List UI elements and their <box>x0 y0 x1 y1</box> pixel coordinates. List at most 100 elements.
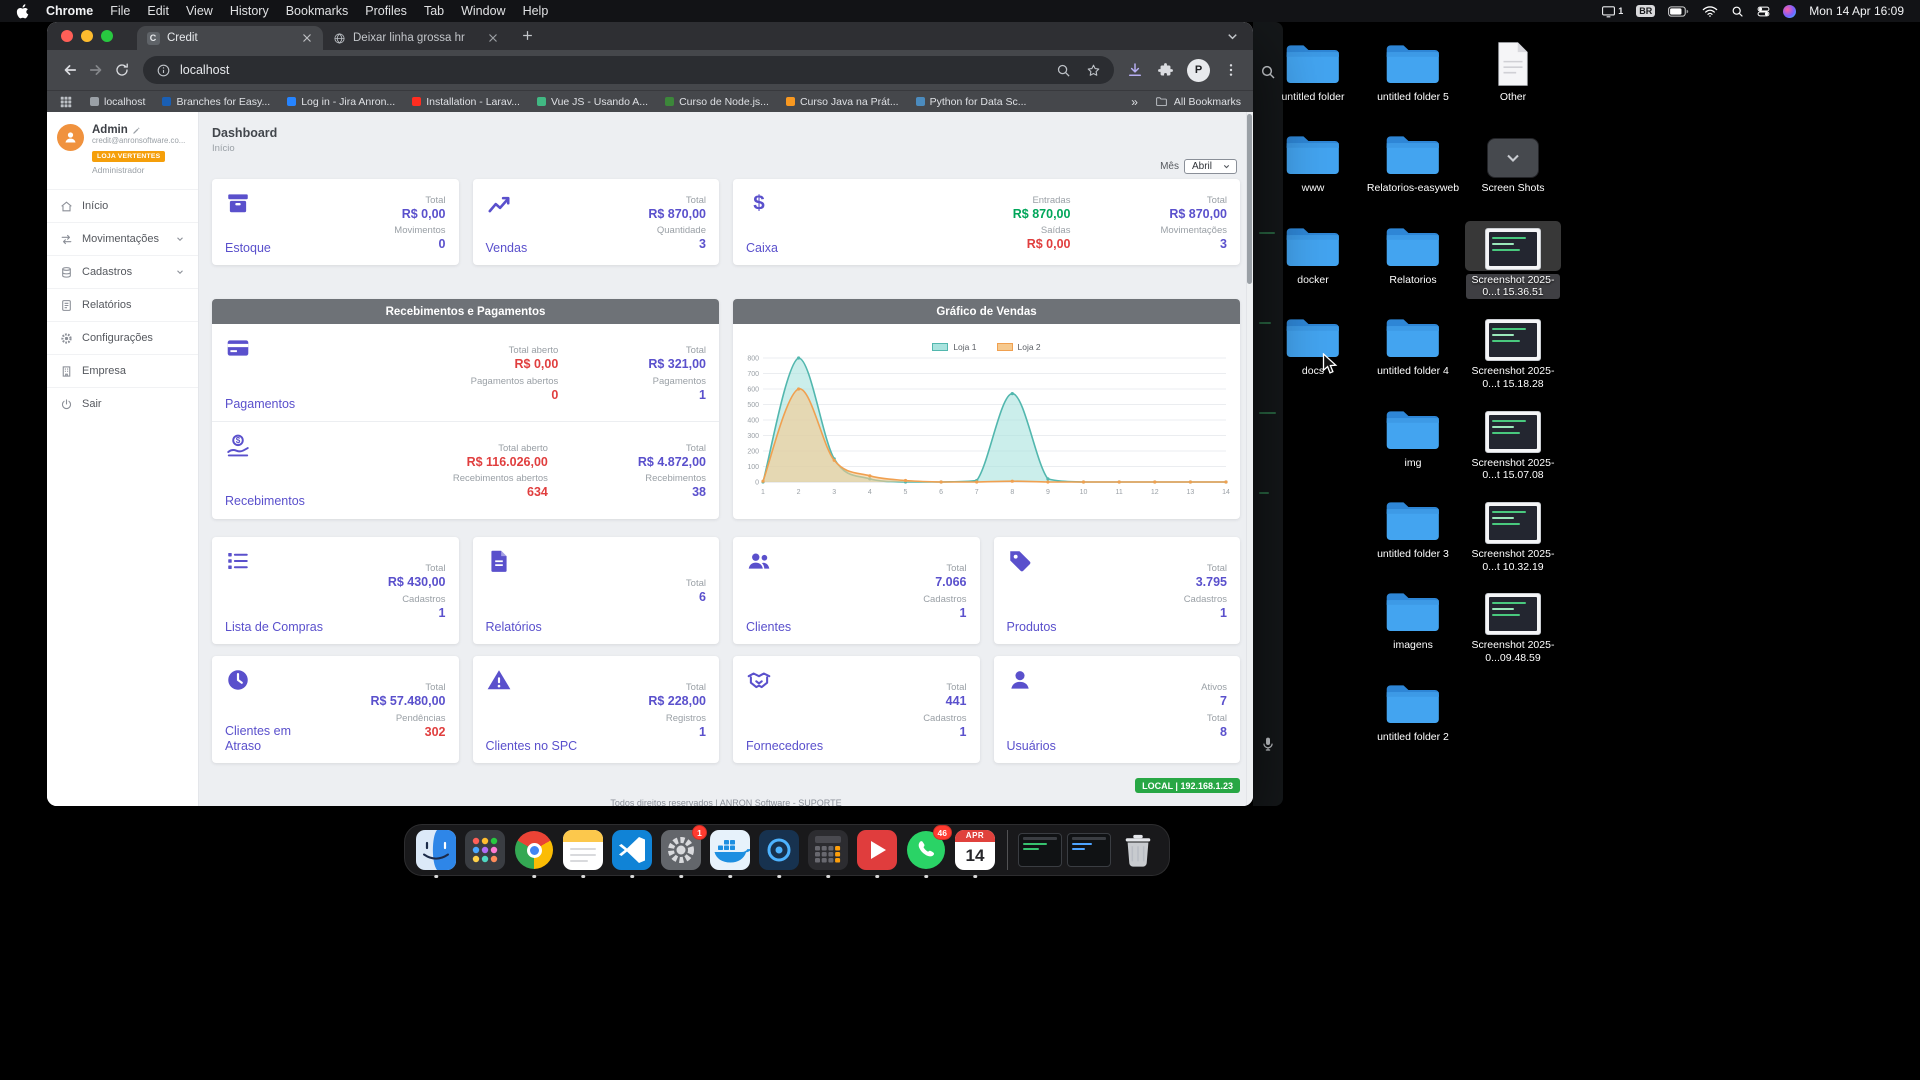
card-title[interactable]: Fornecedores <box>746 739 823 754</box>
menubar-item-window[interactable]: Window <box>461 4 505 18</box>
card-title[interactable]: Usuários <box>1007 739 1056 754</box>
reload-button[interactable] <box>109 57 135 83</box>
desktop-icon-relatorios-easyweb[interactable]: Relatorios-easyweb <box>1365 129 1461 195</box>
bookmark-item[interactable]: localhost <box>90 96 145 108</box>
bookmark-item[interactable]: Vue JS - Usando A... <box>537 96 648 108</box>
bookmark-star-icon[interactable] <box>1086 63 1101 78</box>
menubar-item-help[interactable]: Help <box>523 4 549 18</box>
dock-calendar-icon[interactable]: APR14 <box>953 828 997 872</box>
menubar-app-name[interactable]: Chrome <box>46 4 93 18</box>
desktop-icon-img[interactable]: img <box>1365 404 1461 470</box>
apple-menu-icon[interactable] <box>16 4 29 19</box>
section-title[interactable]: Recebimentos <box>225 494 305 509</box>
bookmark-item[interactable]: Python for Data Sc... <box>916 96 1027 108</box>
bookmark-item[interactable]: Log in - Jira Anron... <box>287 96 395 108</box>
card-title[interactable]: Clientes <box>746 620 791 635</box>
sidebar-item-sair[interactable]: Sair <box>47 387 198 420</box>
browser-tab[interactable]: Deixar linha grossa hr <box>323 26 509 50</box>
download-icon[interactable] <box>1126 61 1144 79</box>
dock-whatsapp-icon[interactable]: 46 <box>904 828 948 872</box>
lens-search-icon[interactable] <box>1056 63 1071 78</box>
section-pagamentos[interactable]: PagamentosTotal abertoR$ 0,00Pagamentos … <box>212 324 719 421</box>
card-estoque[interactable]: EstoqueTotalR$ 0,00Movimentos0 <box>212 179 459 265</box>
all-bookmarks-button[interactable]: All Bookmarks <box>1155 95 1241 108</box>
user-avatar[interactable] <box>57 124 84 151</box>
card-caixa[interactable]: $CaixaEntradasR$ 870,00SaídasR$ 0,00Tota… <box>733 179 1240 265</box>
desktop-icon-screenshot-2025-0-t-15-07-08[interactable]: Screenshot 2025-0...t 15.07.08 <box>1465 404 1561 482</box>
keyboard-layout-badge[interactable]: BR <box>1636 5 1655 17</box>
menubar-item-file[interactable]: File <box>110 4 130 18</box>
dock-red-app-icon[interactable] <box>855 828 899 872</box>
menubar-item-history[interactable]: History <box>230 4 269 18</box>
card-title[interactable]: Estoque <box>225 241 271 256</box>
menubar-item-bookmarks[interactable]: Bookmarks <box>286 4 349 18</box>
desktop-icon-untitled-folder-5[interactable]: untitled folder 5 <box>1365 38 1461 104</box>
desktop-icon-imagens[interactable]: imagens <box>1365 586 1461 652</box>
desktop-icon-screenshot-2025-0-t-10-32-19[interactable]: Screenshot 2025-0...t 10.32.19 <box>1465 495 1561 573</box>
battery-icon[interactable] <box>1668 6 1689 17</box>
card-title[interactable]: Caixa <box>746 241 778 256</box>
desktop-icon-untitled-folder-4[interactable]: untitled folder 4 <box>1365 312 1461 378</box>
microphone-icon[interactable] <box>1260 736 1276 752</box>
browser-menu-icon[interactable] <box>1223 62 1239 78</box>
dock-launchpad-icon[interactable] <box>463 828 507 872</box>
back-button[interactable] <box>57 57 83 83</box>
desktop-icon-screenshot-2025-0-t-15-36-51[interactable]: Screenshot 2025-0...t 15.36.51 <box>1465 221 1561 299</box>
card-title[interactable]: Clientes em Atraso <box>225 724 325 754</box>
window-minimize-button[interactable] <box>81 30 93 42</box>
sidebar-item-relatorios[interactable]: Relatórios <box>47 288 198 321</box>
card-clientes-em-atraso[interactable]: Clientes em AtrasoTotalR$ 57.480,00Pendê… <box>212 656 459 763</box>
tab-close-icon[interactable] <box>486 31 500 45</box>
desktop-icon-www[interactable]: www <box>1265 129 1361 195</box>
card-clientes-no-spc[interactable]: Clientes no SPCTotalR$ 228,00Registros1 <box>473 656 720 763</box>
menubar-item-view[interactable]: View <box>186 4 213 18</box>
dock-notes-icon[interactable] <box>561 828 605 872</box>
address-bar[interactable]: localhost <box>143 56 1114 84</box>
edit-pencil-icon[interactable] <box>132 126 141 135</box>
forward-button[interactable] <box>83 57 109 83</box>
section-recebimentos[interactable]: $RecebimentosTotal abertoR$ 116.026,00Re… <box>212 421 719 518</box>
scrollbar-thumb[interactable] <box>1247 114 1252 284</box>
window-close-button[interactable] <box>61 30 73 42</box>
sidebar-item-empresa[interactable]: Empresa <box>47 354 198 387</box>
dock-calculator-icon[interactable] <box>806 828 850 872</box>
tab-close-icon[interactable] <box>300 31 314 45</box>
card-lista-de-compras[interactable]: Lista de ComprasTotalR$ 430,00Cadastros1 <box>212 537 459 644</box>
sidebar-item-cadastros[interactable]: Cadastros <box>47 255 198 288</box>
bookmark-item[interactable]: Curso de Node.js... <box>665 96 769 108</box>
display-status-icon[interactable]: 1 <box>1601 4 1623 19</box>
card-title[interactable]: Vendas <box>486 241 528 256</box>
desktop-icon-relatorios[interactable]: Relatorios <box>1365 221 1461 287</box>
siri-icon[interactable] <box>1783 5 1796 18</box>
card-title[interactable]: Relatórios <box>486 620 542 635</box>
card-title[interactable]: Lista de Compras <box>225 620 323 635</box>
sidebar-item-inicio[interactable]: Início <box>47 189 198 222</box>
wifi-icon[interactable] <box>1702 5 1718 18</box>
dock-chrome-icon[interactable] <box>512 828 556 872</box>
bookmark-item[interactable]: Branches for Easy... <box>162 96 270 108</box>
dock-vscode-icon[interactable] <box>610 828 654 872</box>
month-select[interactable]: Abril <box>1184 159 1237 174</box>
bookmark-item[interactable]: Installation - Larav... <box>412 96 520 108</box>
section-title[interactable]: Pagamentos <box>225 397 295 412</box>
card-fornecedores[interactable]: FornecedoresTotal441Cadastros1 <box>733 656 980 763</box>
desktop-icon-untitled-folder-3[interactable]: untitled folder 3 <box>1365 495 1461 561</box>
menubar-item-profiles[interactable]: Profiles <box>365 4 407 18</box>
menubar-clock[interactable]: Mon 14 Apr 16:09 <box>1809 4 1904 18</box>
bookmark-item[interactable]: Curso Java na Prát... <box>786 96 899 108</box>
dock-blue-app-icon[interactable] <box>757 828 801 872</box>
desktop-icon-screenshot-2025-0-09-48-59[interactable]: Screenshot 2025-0...09.48.59 <box>1465 586 1561 664</box>
extensions-icon[interactable] <box>1157 62 1174 79</box>
menubar-item-tab[interactable]: Tab <box>424 4 444 18</box>
new-tab-button[interactable] <box>515 24 539 48</box>
card-clientes[interactable]: ClientesTotal7.066Cadastros1 <box>733 537 980 644</box>
site-info-icon[interactable] <box>156 63 171 78</box>
tab-search-icon[interactable] <box>1225 29 1240 44</box>
desktop-icon-other[interactable]: Other <box>1465 38 1561 104</box>
card-title[interactable]: Produtos <box>1007 620 1057 635</box>
card-relatorios[interactable]: RelatóriosTotal6 <box>473 537 720 644</box>
browser-tab[interactable]: CCredit <box>137 26 323 50</box>
spotlight-icon[interactable] <box>1731 5 1744 18</box>
desktop-icon-untitled-folder-2[interactable]: untitled folder 2 <box>1365 678 1461 744</box>
dock-finder-icon[interactable] <box>414 828 458 872</box>
